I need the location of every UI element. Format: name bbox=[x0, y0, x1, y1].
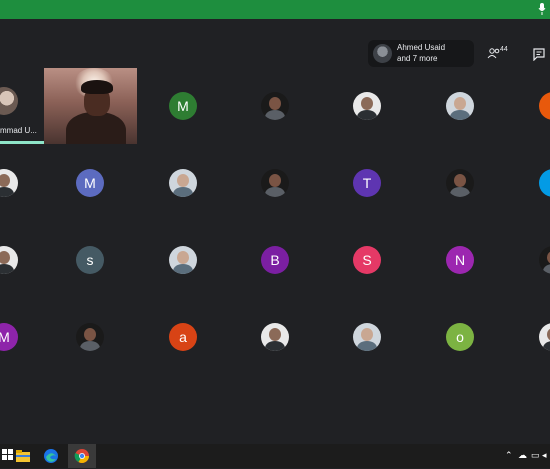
participant-photo-avatar[interactable] bbox=[169, 169, 197, 197]
people-button[interactable]: 44 bbox=[487, 46, 513, 62]
participant-initial-avatar[interactable]: B bbox=[261, 246, 289, 274]
video-person-hair bbox=[81, 80, 113, 94]
participant-tile-speaking[interactable] bbox=[0, 87, 20, 123]
participant-photo-avatar[interactable] bbox=[353, 92, 381, 120]
participant-photo-avatar[interactable] bbox=[261, 92, 289, 120]
video-person-body bbox=[66, 112, 126, 144]
presenter-chip[interactable]: Ahmed Usaid and 7 more bbox=[368, 40, 474, 67]
presenter-more: and 7 more bbox=[397, 54, 438, 63]
participant-initial-avatar[interactable]: o bbox=[446, 323, 474, 351]
presenter-avatar bbox=[373, 44, 392, 63]
file-explorer-icon[interactable] bbox=[15, 448, 31, 464]
participant-initial-avatar[interactable]: M bbox=[76, 169, 104, 197]
participant-initial-avatar[interactable]: N bbox=[446, 246, 474, 274]
participant-photo-avatar[interactable] bbox=[169, 246, 197, 274]
network-icon[interactable]: ▭ bbox=[531, 450, 540, 461]
participant-photo-avatar[interactable] bbox=[353, 323, 381, 351]
people-count: 44 bbox=[500, 46, 508, 53]
participant-initial-avatar[interactable]: a bbox=[169, 323, 197, 351]
recording-status-bar bbox=[0, 0, 550, 19]
onedrive-cloud-icon[interactable]: ☁ bbox=[518, 450, 527, 461]
participant-photo-avatar[interactable] bbox=[446, 92, 474, 120]
participant-initial-avatar[interactable]: M bbox=[169, 92, 197, 120]
controls-area bbox=[0, 375, 550, 444]
chat-button[interactable] bbox=[532, 47, 546, 62]
participant-photo-avatar[interactable] bbox=[261, 169, 289, 197]
participant-photo-avatar[interactable] bbox=[76, 323, 104, 351]
participant-initial-avatar[interactable]: s bbox=[76, 246, 104, 274]
windows-taskbar: ⌃ ☁ ▭ ◂ bbox=[0, 444, 550, 468]
speaking-indicator bbox=[0, 141, 44, 144]
participant-name-label: mmad U... bbox=[0, 126, 37, 135]
microphone-icon bbox=[538, 3, 548, 15]
avatar bbox=[0, 87, 18, 115]
meeting-header: Ahmed Usaid and 7 more 44 bbox=[0, 19, 550, 67]
participant-photo-avatar[interactable] bbox=[261, 323, 289, 351]
people-icon bbox=[487, 48, 500, 59]
participant-video-tile[interactable] bbox=[44, 68, 137, 144]
participant-photo-avatar[interactable] bbox=[446, 169, 474, 197]
edge-browser-icon[interactable] bbox=[43, 448, 59, 464]
participant-initial-avatar[interactable]: T bbox=[353, 169, 381, 197]
volume-icon[interactable]: ◂ bbox=[542, 450, 547, 461]
presenter-name: Ahmed Usaid bbox=[397, 43, 446, 52]
chevron-up-icon[interactable]: ⌃ bbox=[505, 450, 513, 461]
chat-icon bbox=[533, 48, 545, 62]
participant-initial-avatar[interactable]: S bbox=[353, 246, 381, 274]
google-chrome-icon[interactable] bbox=[74, 448, 90, 464]
